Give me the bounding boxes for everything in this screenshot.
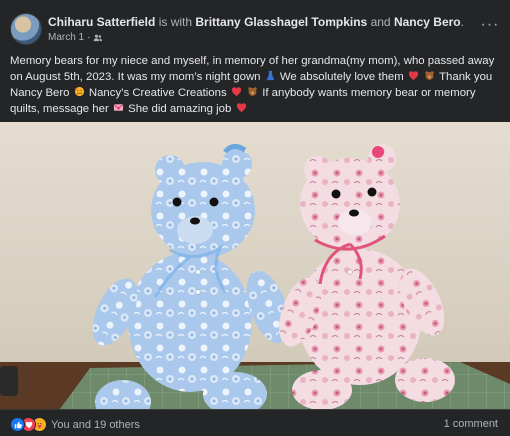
teddy-bear-emoji-icon: [248, 87, 257, 96]
reactions-count[interactable]: You and 19 others: [51, 418, 140, 432]
post-footer: You and 19 others 1 comment: [0, 409, 510, 436]
heart-emoji-icon: [231, 87, 241, 97]
like-reaction-icon: [10, 417, 25, 432]
more-options-button[interactable]: ···: [478, 17, 502, 36]
post-date[interactable]: March 1: [48, 31, 84, 45]
black-object-left: [0, 366, 18, 396]
caption-part-1: Memory bears for my niece and myself, in…: [10, 55, 495, 83]
post-header: Chiharu Satterfield is with Brittany Gla…: [0, 0, 510, 56]
tagged-person-1[interactable]: Brittany Glasshagel Tompkins: [195, 15, 367, 29]
post-photo[interactable]: [0, 122, 510, 409]
post-meta: March 1 ·: [48, 31, 103, 45]
comments-count[interactable]: 1 comment: [444, 418, 498, 430]
heart-emoji-icon: [408, 71, 419, 81]
author-name[interactable]: Chiharu Satterfield: [48, 15, 155, 29]
with-text: is with: [158, 15, 193, 29]
friends-icon: [94, 34, 103, 42]
dress-emoji-icon: [266, 70, 274, 81]
post-card: Chiharu Satterfield is with Brittany Gla…: [0, 0, 510, 436]
caption-part-6: She did amazing job: [128, 103, 232, 115]
smiling-face-hearts-emoji-icon: [74, 86, 84, 97]
meta-separator: ·: [87, 32, 91, 43]
tagged-person-2[interactable]: Nancy Bero: [394, 15, 461, 29]
and-text: and: [370, 15, 391, 29]
caption-part-2: We absolutely love them: [279, 71, 404, 83]
post-caption: Memory bears for my niece and myself, in…: [10, 53, 504, 117]
author-avatar[interactable]: [10, 13, 42, 45]
love-letter-emoji-icon: [113, 104, 124, 111]
reactions-summary[interactable]: You and 19 others: [10, 417, 140, 432]
heart-emoji-icon: [236, 103, 246, 113]
period-text: .: [460, 15, 464, 29]
caption-part-4: Nancy’s Creative Creations: [88, 87, 227, 99]
teddy-bear-emoji-icon: [425, 71, 434, 80]
author-line: Chiharu Satterfield is with Brittany Gla…: [48, 14, 464, 30]
photo-illustration: [0, 122, 510, 409]
